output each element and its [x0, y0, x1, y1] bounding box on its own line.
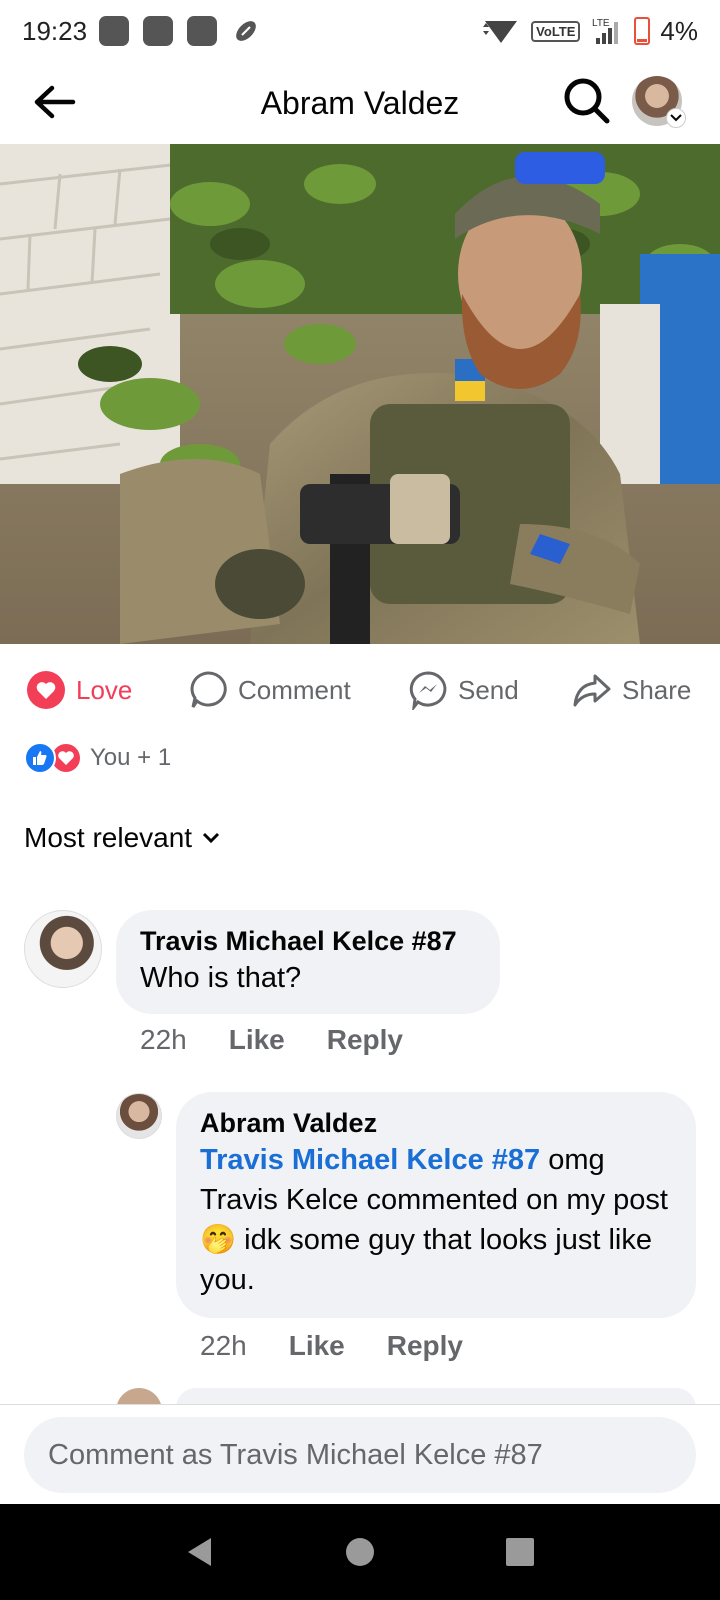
heart-icon [27, 671, 65, 709]
search-button[interactable] [562, 76, 612, 126]
reaction-count: You + 1 [90, 744, 172, 771]
comment-like-button[interactable]: Like [229, 1024, 285, 1056]
post-photo-image [0, 144, 720, 644]
triangle-back-icon [188, 1538, 211, 1566]
post-header: Abram Valdez [0, 62, 720, 144]
share-label: Share [622, 674, 692, 705]
volte-badge: VoLTE [531, 20, 581, 42]
status-bar: 19:23 VoLTE LTE 4% [0, 0, 720, 62]
post-actions: Love Comment Send Share [0, 660, 720, 720]
love-button[interactable]: Love [26, 670, 132, 710]
emoji: 🤭 [200, 1224, 237, 1256]
chevron-down-icon [666, 108, 686, 128]
reply-reply-button[interactable]: Reply [387, 1330, 463, 1362]
square-recents-icon [506, 1538, 534, 1566]
signal-icon: LTE [592, 18, 619, 44]
notification-icon [143, 16, 174, 46]
comment-sort-dropdown[interactable]: Most relevant [24, 822, 220, 854]
share-button[interactable]: Share [572, 670, 691, 710]
mention-link[interactable]: Travis Michael Kelce #87 [200, 1144, 540, 1176]
comment-bubble[interactable]: Travis Michael Kelce #87 Who is that? [116, 910, 500, 1014]
football-icon [231, 16, 261, 46]
love-label: Love [76, 674, 133, 705]
battery-icon [634, 17, 651, 45]
status-indicators: VoLTE LTE 4% [481, 16, 698, 47]
profile-avatar-button[interactable] [632, 76, 686, 128]
send-label: Send [458, 674, 519, 705]
arrow-left-icon [34, 85, 76, 119]
comment-author[interactable]: Travis Michael Kelce #87 [140, 924, 476, 958]
reply-author[interactable]: Abram Valdez [200, 1106, 672, 1140]
messenger-icon [409, 671, 447, 710]
page-title: Abram Valdez [260, 84, 460, 121]
status-time: 19:23 [22, 15, 88, 46]
circle-home-icon [346, 1538, 374, 1566]
reactions-summary[interactable]: You + 1 [24, 742, 171, 774]
comment-button[interactable]: Comment [188, 670, 351, 710]
comment-label: Comment [238, 674, 351, 705]
sort-label: Most relevant [24, 822, 193, 853]
reply-text-part-2: idk some guy that looks just like you. [200, 1224, 652, 1296]
reply-like-button[interactable]: Like [289, 1330, 345, 1362]
notification-icon [187, 16, 218, 46]
navigation-bar [0, 1504, 720, 1600]
comment-composer [0, 1404, 720, 1504]
notification-icon [99, 16, 130, 46]
comment-reply-button[interactable]: Reply [327, 1024, 403, 1056]
comment-icon [190, 671, 227, 708]
search-icon [564, 78, 610, 124]
like-reaction-icon [24, 742, 56, 774]
post-photo[interactable] [0, 144, 720, 644]
comment-input[interactable] [24, 1417, 696, 1493]
share-icon [573, 674, 611, 707]
nav-back-button[interactable] [180, 1532, 220, 1572]
reply-author-avatar[interactable] [116, 1093, 162, 1139]
wifi-icon [483, 21, 518, 43]
comment-meta: 22h Like Reply [140, 1024, 403, 1056]
comment-time: 22h [140, 1024, 187, 1055]
nav-home-button[interactable] [340, 1532, 380, 1572]
commenter-avatar[interactable] [24, 910, 102, 988]
reply-time: 22h [200, 1330, 247, 1361]
reply-text: Travis Michael Kelce #87 omg Travis Kelc… [200, 1140, 672, 1300]
comment-text: Who is that? [140, 962, 302, 994]
send-button[interactable]: Send [408, 670, 519, 710]
nav-recents-button[interactable] [500, 1532, 540, 1572]
lte-label: LTE [592, 18, 610, 29]
reply-bubble[interactable]: Abram Valdez Travis Michael Kelce #87 om… [176, 1092, 696, 1318]
back-button[interactable] [30, 82, 78, 122]
chevron-down-icon [203, 832, 220, 844]
battery-percent: 4% [660, 15, 698, 46]
reply-meta: 22h Like Reply [200, 1330, 463, 1362]
